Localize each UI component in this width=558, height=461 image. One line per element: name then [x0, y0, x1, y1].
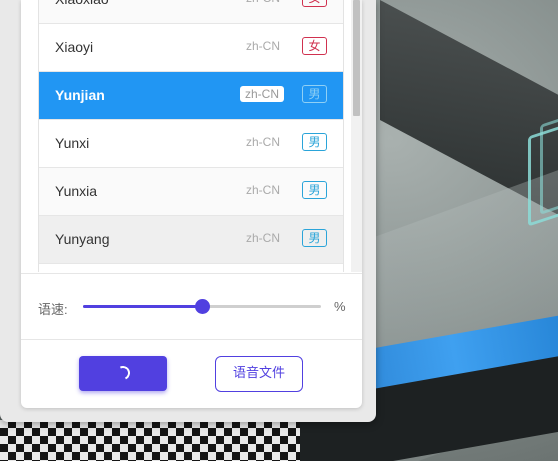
voice-row[interactable]: Yunyang zh-CN 男	[39, 216, 343, 264]
gender-badge: 女	[302, 0, 327, 7]
voice-name: Yunxi	[55, 135, 90, 151]
generate-button[interactable]	[79, 356, 167, 391]
voice-row[interactable]: Yunxi zh-CN 男	[39, 120, 343, 168]
voice-name: Xiaoyi	[55, 39, 94, 55]
gender-badge: 男	[302, 229, 327, 247]
voice-locale: zh-CN	[239, 86, 284, 102]
gender-badge: 男	[302, 133, 327, 151]
voice-row[interactable]	[39, 264, 343, 272]
wallpaper-glass-cube	[528, 123, 558, 227]
voice-name: Xiaoxiao	[55, 0, 109, 7]
divider-bottom	[21, 339, 362, 340]
voice-row[interactable]: Yunxia zh-CN 男	[39, 168, 343, 216]
speed-slider[interactable]	[83, 297, 321, 317]
voice-row[interactable]: Xiaoyi zh-CN 女	[39, 24, 343, 72]
voice-name: Yunyang	[55, 231, 110, 247]
speed-label: 语速:	[38, 302, 68, 317]
voice-name: Yunjian	[55, 87, 105, 103]
voice-locale: zh-CN	[245, 183, 280, 197]
voice-row[interactable]: Xiaoxiao zh-CN 女	[39, 0, 343, 24]
voice-list: Xiaoxiaozh-CN女Xiaoyizh-CN女Yunjianzh-CN男Y…	[38, 0, 344, 272]
speed-unit-label: %	[334, 299, 346, 314]
voice-row[interactable]: Yunjian zh-CN 男	[39, 72, 343, 120]
voice-locale: zh-CN	[246, 0, 280, 5]
wallpaper-checker-pattern	[0, 420, 300, 461]
voice-list-scrollbar[interactable]	[351, 0, 362, 272]
audio-file-button[interactable]: 语音文件	[215, 356, 303, 392]
app-window: Xiaoxiaozh-CN女Xiaoyizh-CN女Yunjianzh-CN男Y…	[0, 0, 376, 422]
gender-badge: 男	[302, 85, 327, 103]
loading-spinner-icon	[114, 364, 132, 382]
divider-top	[21, 273, 362, 274]
voice-locale: zh-CN	[245, 39, 280, 53]
slider-thumb[interactable]	[195, 299, 210, 314]
gender-badge: 女	[302, 37, 327, 55]
scrollbar-thumb[interactable]	[353, 0, 360, 116]
voice-locale: zh-CN	[245, 135, 280, 149]
voice-locale: zh-CN	[245, 231, 280, 245]
voice-panel: Xiaoxiaozh-CN女Xiaoyizh-CN女Yunjianzh-CN男Y…	[21, 0, 362, 408]
voice-name: Yunxia	[55, 183, 98, 199]
slider-fill	[83, 305, 202, 308]
gender-badge: 男	[302, 181, 327, 199]
